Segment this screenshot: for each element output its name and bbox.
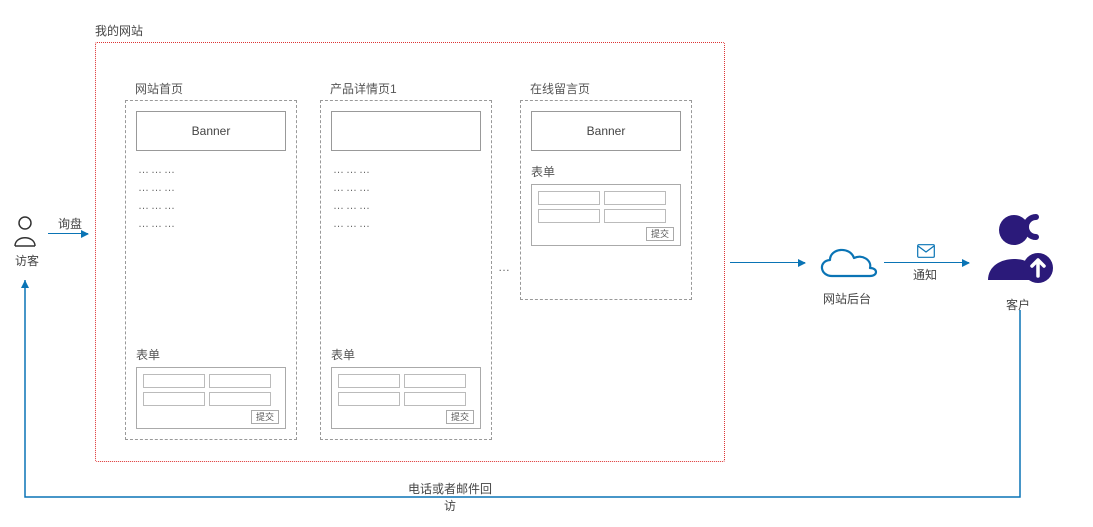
form-field: [338, 374, 400, 388]
banner-box: Banner: [136, 111, 286, 151]
form-field: [604, 191, 666, 205]
form-field: [209, 392, 271, 406]
visitor-label: 访客: [15, 252, 39, 269]
submit-button: 提交: [646, 227, 674, 241]
page-guestbook-title: 在线留言页: [530, 80, 590, 97]
return-visit-label: 电话或者邮件回 访: [408, 480, 492, 514]
submit-button: 提交: [251, 410, 279, 424]
page-detail-title: 产品详情页1: [330, 80, 397, 97]
form-field: [404, 374, 466, 388]
submit-button: 提交: [446, 410, 474, 424]
content-dots: ……… ……… ……… ………: [333, 161, 479, 233]
form-field: [404, 392, 466, 406]
form-title: 表单: [136, 346, 286, 363]
cloud-icon: [812, 236, 882, 284]
form-box: 提交: [331, 367, 481, 429]
form-block: 表单 提交: [136, 346, 286, 429]
inquiry-arrow-label: 询盘: [58, 215, 82, 232]
form-field: [143, 392, 205, 406]
backend-to-customer-arrow: [884, 262, 969, 263]
form-box: 提交: [531, 184, 681, 246]
banner-label: Banner: [192, 124, 231, 138]
page-product-detail: ……… ……… ……… ……… 表单 提交: [320, 100, 492, 440]
customer-icon: [980, 210, 1058, 288]
banner-box: Banner: [531, 111, 681, 151]
form-block: 表单 提交: [531, 163, 681, 246]
site-to-backend-arrow: [730, 262, 805, 263]
form-title: 表单: [331, 346, 481, 363]
form-title: 表单: [531, 163, 681, 180]
banner-label: Banner: [587, 124, 626, 138]
form-field: [338, 392, 400, 406]
form-block: 表单 提交: [331, 346, 481, 429]
form-field: [538, 191, 600, 205]
page-home: Banner ……… ……… ……… ……… 表单 提交: [125, 100, 297, 440]
customer-label: 客户: [1006, 296, 1030, 313]
person-icon: [12, 215, 38, 247]
page-guestbook: Banner 表单 提交: [520, 100, 692, 300]
cloud-label: 网站后台: [823, 290, 871, 307]
page-home-title: 网站首页: [135, 80, 183, 97]
form-field: [538, 209, 600, 223]
banner-box-empty: [331, 111, 481, 151]
form-field: [209, 374, 271, 388]
notify-label: 通知: [913, 266, 937, 283]
form-field: [604, 209, 666, 223]
content-dots: ……… ……… ……… ………: [138, 161, 284, 233]
between-pages-ellipsis: …: [498, 260, 512, 274]
envelope-icon: [917, 244, 935, 258]
inquiry-arrow: [48, 233, 88, 234]
diagram-stage: 访客 询盘 我的网站 网站首页 Banner ……… ……… ……… ……… 表…: [0, 0, 1093, 527]
form-field: [143, 374, 205, 388]
form-box: 提交: [136, 367, 286, 429]
site-title: 我的网站: [95, 22, 143, 39]
